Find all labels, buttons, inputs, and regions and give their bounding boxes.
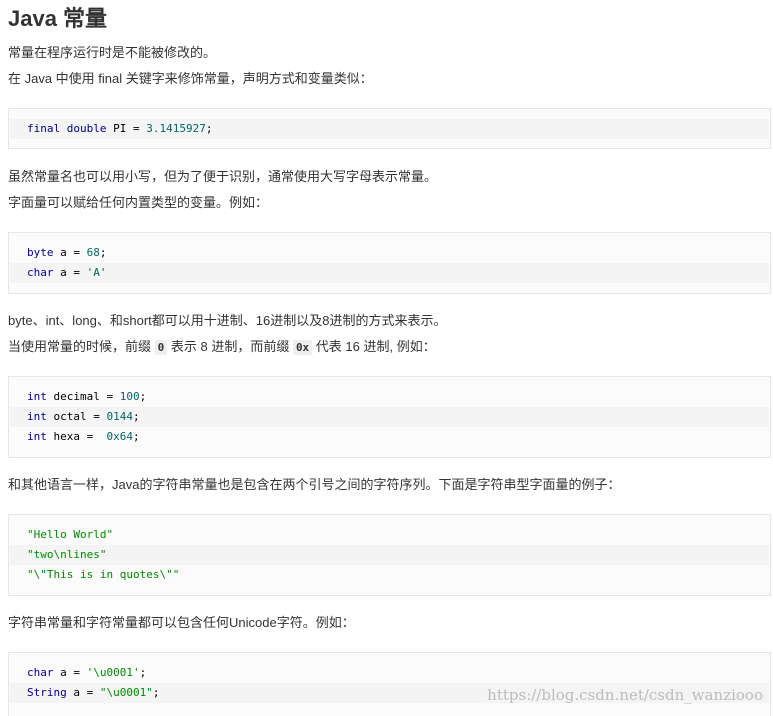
code-text: ; (152, 686, 160, 699)
paragraph-6: 当使用常量的时候，前缀 0 表示 8 进制，而前缀 0x 代表 16 进制, 例… (8, 338, 436, 357)
code-block-literals: byte a = 68; char a = 'A' (8, 232, 771, 294)
code-literal: 68 (86, 246, 100, 259)
code-text: a = (53, 666, 87, 679)
code-block-unicode: char a = '\u0001'; String a = "\u0001"; (8, 652, 771, 716)
code-text: a = (66, 686, 100, 699)
code-line: byte a = 68; (27, 243, 769, 263)
code-line: int hexa = 0x64; (27, 427, 769, 447)
code-literal: 0144 (106, 410, 133, 423)
code-block-strings: "Hello World" "two\nlines" "\"This is in… (8, 514, 771, 596)
code-keyword: final (27, 122, 61, 135)
paragraph-7: 和其他语言一样，Java的字符串常量也是包含在两个引号之间的字符序列。下面是字符… (8, 477, 621, 492)
code-line: char a = '\u0001'; (27, 663, 769, 683)
code-keyword: char (27, 666, 54, 679)
code-text: octal = (46, 410, 107, 423)
code-line: char a = 'A' (10, 263, 769, 283)
paragraph-8: 字符串常量和字符常量都可以包含任何Unicode字符。例如： (8, 615, 355, 630)
code-string: '\u0001' (86, 666, 140, 679)
code-keyword: int (27, 410, 47, 423)
code-text: ; (132, 410, 140, 423)
text-fragment: 表示 8 进制，而前缀 (167, 339, 293, 354)
code-keyword: String (27, 686, 67, 699)
code-text: ; (139, 666, 147, 679)
code-text: PI = (106, 122, 147, 135)
code-line: "\"This is in quotes\"" (27, 565, 769, 585)
code-line: int octal = 0144; (10, 407, 769, 427)
code-text: a = (53, 266, 87, 279)
code-keyword: double (66, 122, 107, 135)
code-string: "\"This is in quotes\"" (27, 568, 180, 581)
text-fragment: 当使用常量的时候，前缀 (8, 339, 155, 354)
code-text: ; (99, 246, 107, 259)
code-keyword: int (27, 390, 47, 403)
code-keyword: int (27, 430, 47, 443)
code-text: hexa = (46, 430, 107, 443)
code-line: "Hello World" (27, 525, 769, 545)
code-literal: 3.1415927 (146, 122, 206, 135)
code-line: final double PI = 3.1415927; (10, 119, 769, 139)
inline-code: 0x (292, 340, 313, 355)
code-string: "Hello World" (27, 528, 114, 541)
code-literal: 0x64 (106, 430, 133, 443)
page-title: Java 常量 (8, 6, 108, 31)
code-string: "two\nlines" (27, 548, 107, 561)
code-literal: 'A' (86, 266, 107, 279)
paragraph-1: 常量在程序运行时是不能被修改的。 (8, 45, 217, 60)
code-keyword: byte (27, 246, 54, 259)
code-line: int decimal = 100; (27, 387, 769, 407)
watermark: https://blog.csdn.net/csdn_wanziooo (487, 686, 763, 704)
paragraph-3: 虽然常量名也可以用小写，但为了便于识别，通常使用大写字母表示常量。 (8, 169, 438, 184)
code-text: decimal = (46, 390, 120, 403)
paragraph-5: byte、int、long、和short都可以用十进制、16进制以及8进制的方式… (8, 313, 447, 328)
inline-code: 0 (154, 340, 168, 355)
paragraph-4: 字面量可以赋给任何内置类型的变量。例如： (8, 195, 269, 210)
code-literal: 100 (119, 390, 140, 403)
code-line: "two\nlines" (10, 545, 769, 565)
paragraph-2: 在 Java 中使用 final 关键字来修饰常量，声明方式和变量类似： (8, 71, 373, 86)
code-text: ; (205, 122, 213, 135)
code-block-final: final double PI = 3.1415927; (8, 108, 771, 149)
text-fragment: 代表 16 进制, 例如： (312, 339, 436, 354)
code-text: a = (53, 246, 87, 259)
code-text: ; (132, 430, 140, 443)
code-string: "\u0001" (99, 686, 153, 699)
code-keyword: char (27, 266, 54, 279)
code-block-int-bases: int decimal = 100; int octal = 0144; int… (8, 376, 771, 458)
code-text: ; (139, 390, 147, 403)
